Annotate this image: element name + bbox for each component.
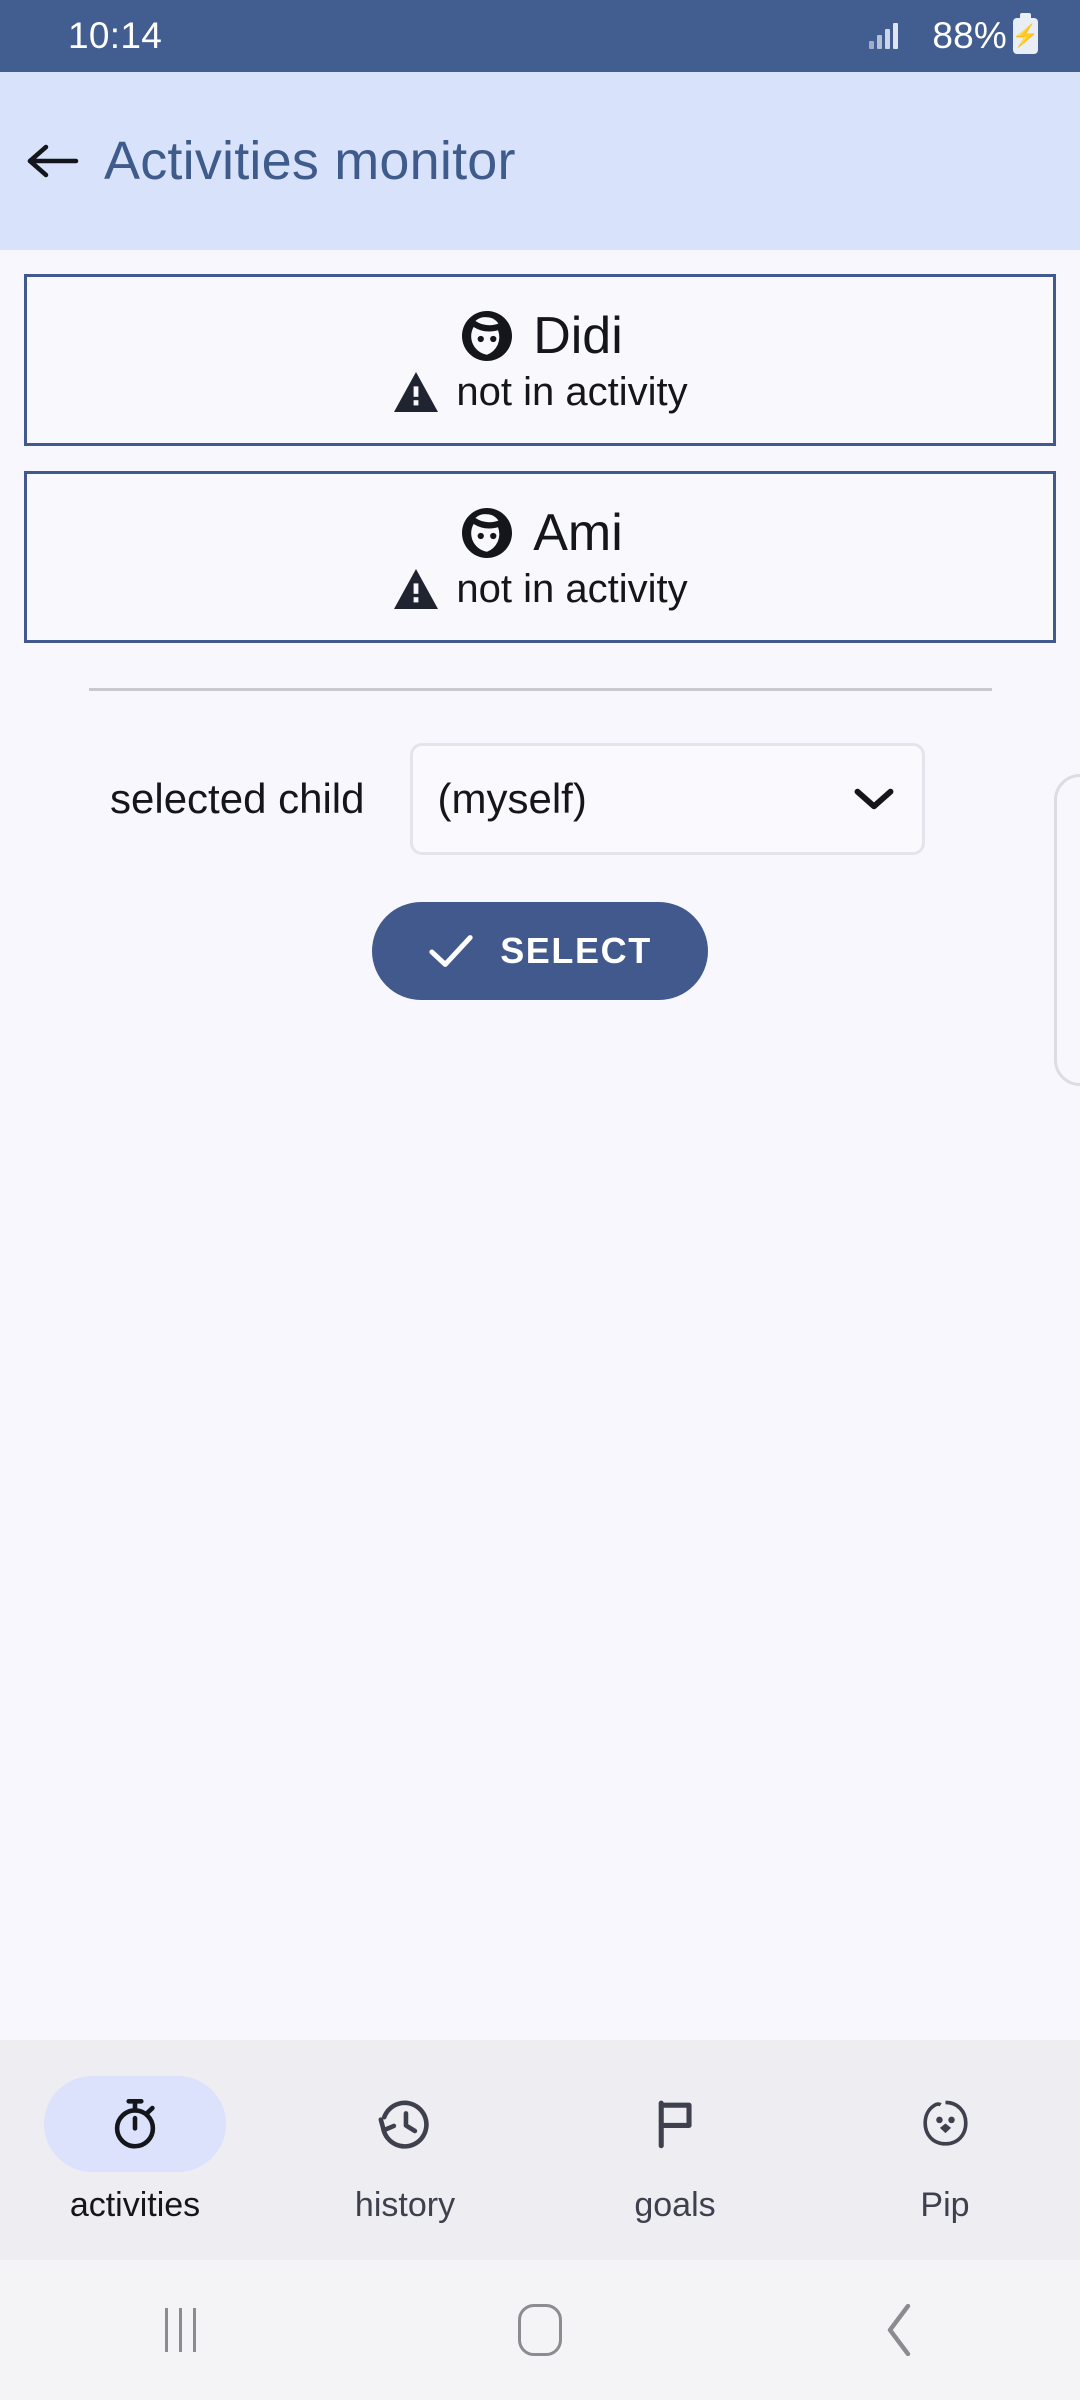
child-face-icon	[462, 310, 513, 361]
selected-child-label: selected child	[110, 775, 365, 822]
bottom-tab-bar: activities history goals Pip	[0, 2040, 1080, 2260]
page-title: Activities monitor	[104, 131, 516, 191]
recents-icon	[164, 2308, 196, 2352]
tab-activities[interactable]: activities	[0, 2040, 270, 2260]
status-indicators: 88% ⚡	[869, 13, 1039, 57]
child-status-label: not in activity	[456, 369, 688, 414]
flag-icon	[658, 2100, 692, 2148]
tab-goals[interactable]: goals	[540, 2040, 810, 2260]
tab-history-pill	[314, 2076, 496, 2172]
child-name-row: Didi	[457, 306, 623, 366]
warning-triangle-icon	[394, 569, 439, 609]
offscreen-card-edge	[1054, 774, 1080, 1086]
tab-activities-label: activities	[69, 2185, 201, 2224]
recents-button[interactable]	[0, 2308, 360, 2352]
child-name-row: Ami	[457, 503, 623, 563]
child-name: Ami	[533, 503, 623, 562]
child-status-row: not in activity	[392, 369, 688, 415]
status-bar: 10:14 88% ⚡	[0, 0, 1080, 72]
history-clock-icon	[378, 2100, 429, 2149]
system-back-icon	[887, 2304, 911, 2356]
tab-goals-pill	[584, 2076, 766, 2172]
child-card[interactable]: Ami not in activity	[24, 471, 1056, 643]
tab-activities-pill	[44, 2075, 226, 2172]
stopwatch-icon	[114, 2098, 156, 2149]
select-button-container: SELECT	[24, 902, 1056, 1000]
battery-status: 88% ⚡	[932, 13, 1039, 57]
tab-history[interactable]: history	[270, 2040, 540, 2260]
warning-triangle-icon	[394, 372, 439, 412]
select-button-label: SELECT	[500, 930, 652, 971]
system-nav-bar	[0, 2260, 1080, 2400]
selected-child-value: (myself)	[437, 775, 587, 822]
child-card[interactable]: Didi not in activity	[24, 274, 1056, 446]
pip-bird-face-icon	[923, 2100, 968, 2146]
app-header: Activities monitor	[0, 72, 1080, 250]
section-divider	[88, 688, 992, 691]
status-clock: 10:14	[68, 15, 163, 56]
child-status-row: not in activity	[392, 566, 688, 612]
battery-charging-icon: ⚡	[1012, 13, 1039, 54]
check-icon	[429, 935, 473, 967]
back-button[interactable]	[720, 2304, 1080, 2356]
child-name: Didi	[533, 306, 623, 365]
tab-pip[interactable]: Pip	[810, 2040, 1080, 2260]
home-button[interactable]	[360, 2304, 720, 2356]
tab-goals-label: goals	[634, 2185, 716, 2224]
selected-child-row: selected child (myself)	[24, 743, 1056, 855]
tab-history-label: history	[354, 2185, 456, 2224]
selected-child-dropdown[interactable]: (myself)	[410, 743, 926, 855]
select-button[interactable]: SELECT	[372, 902, 708, 1000]
chevron-down-icon	[855, 788, 894, 810]
home-icon	[518, 2304, 562, 2356]
tab-pip-pill	[854, 2076, 1036, 2172]
tab-pip-label: Pip	[920, 2185, 970, 2224]
main-content: Didi not in activity Ami not in activity…	[0, 274, 1080, 2064]
battery-percent-label: 88%	[932, 15, 1007, 56]
child-face-icon	[462, 507, 513, 558]
child-status-label: not in activity	[456, 566, 688, 611]
back-arrow-icon[interactable]	[24, 132, 82, 190]
signal-bars-icon	[869, 23, 899, 49]
